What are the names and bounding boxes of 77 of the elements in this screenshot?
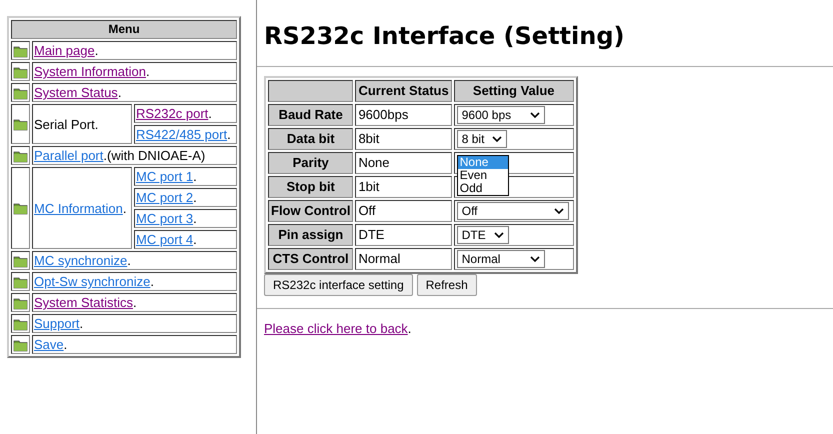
form-button[interactable]: Refresh (416, 274, 477, 296)
link-suffix: . (193, 190, 197, 205)
menu-link[interactable]: MC Information (34, 200, 123, 216)
dropdown[interactable]: Off (456, 202, 569, 220)
folder-icon (13, 254, 28, 268)
menu-link[interactable]: Support (34, 316, 80, 331)
table-cell: Normal (355, 248, 452, 270)
form-button[interactable]: RS232c interface setting (264, 274, 413, 296)
table-cell: 8bit (355, 128, 452, 150)
link-suffix: . (408, 321, 412, 336)
dropdown[interactable]: DTE (456, 226, 509, 244)
row-label: Stop bit (268, 176, 354, 198)
menu-link[interactable]: Main page (34, 43, 95, 58)
link-suffix: . (193, 169, 197, 184)
dropdown[interactable]: 8 bit (456, 130, 508, 148)
menu-link[interactable]: System Statistics (34, 295, 133, 310)
link-suffix: . (132, 295, 137, 310)
menu-link[interactable]: Parallel port (34, 148, 104, 163)
link-suffix: . (227, 127, 231, 142)
menu-label: Serial Port. (34, 116, 98, 132)
dropdown[interactable]: Normal (456, 250, 545, 268)
folder-icon (13, 148, 28, 162)
dropdown-option[interactable]: Even (458, 169, 508, 182)
caret-icon (494, 232, 504, 238)
dropdown[interactable]: 9600 bps (456, 106, 545, 124)
folder-icon (13, 64, 28, 78)
table-cell: 9600bps (355, 104, 452, 126)
folder-icon (13, 44, 28, 58)
link-suffix: . (118, 85, 122, 100)
folder-icon (13, 274, 28, 288)
folder-icon (13, 86, 28, 100)
link-suffix: . (127, 253, 131, 268)
row-label: Parity (268, 152, 354, 174)
menu-link[interactable]: RS232c port (136, 106, 208, 121)
column-header: Current Status (355, 80, 452, 102)
menu-link[interactable]: System Information (34, 64, 146, 79)
menu-link[interactable]: RS422/485 port (136, 127, 228, 142)
table-cell: DTE (355, 224, 452, 246)
folder-icon (13, 296, 28, 310)
link-suffix: . (94, 43, 98, 58)
folder-icon (13, 316, 28, 330)
link-suffix: . (64, 337, 68, 352)
row-label: CTS Control (268, 248, 354, 270)
row-label: Data bit (268, 128, 354, 150)
folder-icon (13, 117, 28, 131)
menu-link[interactable]: MC synchronize (34, 253, 128, 268)
link-suffix: . (122, 200, 126, 216)
folder-icon (13, 201, 28, 215)
link-suffix: . (193, 232, 197, 247)
row-label: Flow Control (268, 200, 354, 222)
table-cell: Off (355, 200, 452, 222)
caret-icon (554, 208, 564, 214)
menu-link[interactable]: MC port 1 (136, 169, 194, 184)
back-link[interactable]: Please click here to back (264, 321, 408, 336)
menu-link[interactable]: Save (34, 337, 64, 352)
caret-icon (530, 112, 540, 118)
link-suffix: . (146, 64, 150, 79)
row-label: Pin assign (268, 224, 354, 246)
menu-link[interactable]: MC port 2 (136, 190, 194, 205)
link-suffix: . (208, 106, 212, 121)
link-suffix: .(with DNIOAE-A) (103, 148, 206, 163)
caret-icon (530, 256, 540, 262)
link-suffix: . (193, 211, 197, 226)
row-label: Baud Rate (268, 104, 354, 126)
caret-icon (492, 136, 502, 142)
menu-link[interactable]: System Status (34, 85, 118, 100)
link-suffix: . (150, 274, 154, 289)
column-header: Setting Value (454, 80, 574, 102)
menu-link[interactable]: MC port 3 (136, 211, 194, 226)
table-cell: None (355, 152, 452, 174)
menu-title: Menu (11, 20, 237, 39)
table-cell: 1bit (355, 176, 452, 198)
menu-link[interactable]: Opt-Sw synchronize (34, 274, 150, 289)
page-title: RS232c Interface (Setting) (264, 21, 626, 52)
folder-icon (13, 338, 28, 352)
menu-link[interactable]: MC port 4 (136, 232, 194, 247)
link-suffix: . (80, 316, 84, 331)
